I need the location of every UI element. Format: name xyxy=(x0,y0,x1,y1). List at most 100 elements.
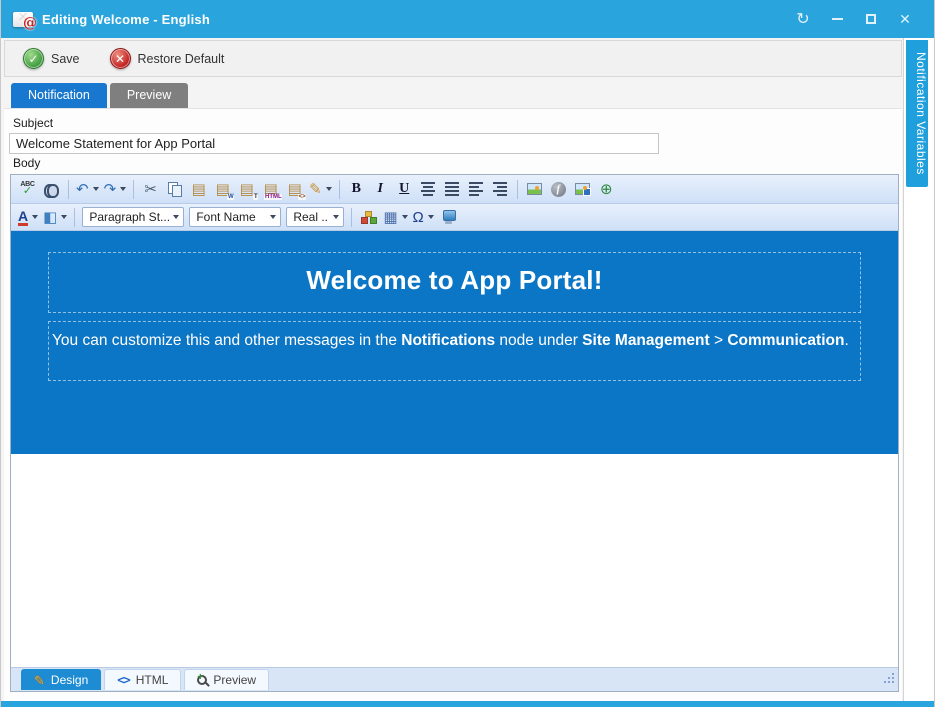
magnifier-icon xyxy=(197,675,207,685)
justify-icon[interactable] xyxy=(441,178,464,201)
resize-grip-icon[interactable] xyxy=(882,673,894,685)
underline-icon[interactable]: U xyxy=(393,178,416,201)
close-button[interactable]: ✕ xyxy=(888,7,922,31)
body-label: Body xyxy=(13,156,900,170)
restore-default-button[interactable]: ✕ Restore Default xyxy=(110,48,225,69)
window-controls: ↻✕ xyxy=(786,7,922,31)
toolbar-separator xyxy=(68,180,69,199)
title-bar: Editing Welcome - English ↻✕ xyxy=(1,0,934,38)
editor-heading-text: Welcome to App Portal! xyxy=(306,265,602,295)
main-area: ✓ Save ✕ Restore Default NotificationPre… xyxy=(1,38,903,701)
toolbar-separator xyxy=(351,208,352,227)
editor-design-surface[interactable]: Welcome to App Portal! You can customize… xyxy=(11,231,898,667)
dropdown-caret-icon xyxy=(93,187,99,191)
command-toolbar: ✓ Save ✕ Restore Default xyxy=(4,40,902,77)
tab-notification[interactable]: Notification xyxy=(11,83,107,108)
font-name-select[interactable]: Font Name xyxy=(189,207,281,227)
align-center-icon[interactable] xyxy=(417,178,440,201)
editor-toolbar-row2: A◧ Paragraph St...Font NameReal ... ▦Ω xyxy=(11,204,898,231)
subject-input[interactable] xyxy=(9,133,659,154)
hyperlink-icon[interactable]: ⊕ xyxy=(595,178,618,201)
dropdown-caret-icon xyxy=(333,215,339,219)
refresh-button[interactable]: ↻ xyxy=(786,7,820,31)
copy-icon[interactable] xyxy=(163,178,186,201)
rich-text-editor: ABC✓↶↷✂▤▤W▤T▤HTML▤<>✎BIUf⊕ A◧Paragraph S… xyxy=(10,174,899,692)
paragraph-style-select[interactable]: Paragraph St... xyxy=(82,207,184,227)
spellcheck-icon[interactable]: ABC✓ xyxy=(16,178,39,201)
mode-tab-label: Design xyxy=(51,673,88,687)
tab-preview[interactable]: Preview xyxy=(110,83,188,108)
mode-tab-preview[interactable]: Preview xyxy=(184,669,269,690)
font-size-select[interactable]: Real ... xyxy=(286,207,344,227)
paragraph-text: . xyxy=(844,332,848,349)
restore-x-icon: ✕ xyxy=(110,48,131,69)
editor-toolbar-row1: ABC✓ ↶↷ ✂ ▤▤W▤T▤HTML▤<>✎ BIUf ⊕ xyxy=(11,175,898,204)
mode-tab-label: HTML xyxy=(136,673,169,687)
paragraph-bold-text: Site Management xyxy=(582,332,709,349)
insert-media-icon[interactable] xyxy=(571,178,594,201)
paste-from-word-icon[interactable]: ▤W xyxy=(211,178,234,201)
minimize-button[interactable] xyxy=(820,7,854,31)
notification-variables-tab[interactable]: Notification Variables xyxy=(906,40,928,187)
paragraph-text: > xyxy=(710,332,728,349)
save-button[interactable]: ✓ Save xyxy=(23,48,80,69)
insert-snippet-icon[interactable] xyxy=(357,206,380,229)
find-icon[interactable] xyxy=(40,178,63,201)
paragraph-text: node under xyxy=(495,332,582,349)
paragraph-bold-text: Communication xyxy=(727,332,844,349)
align-left-icon[interactable] xyxy=(465,178,488,201)
maximize-button[interactable] xyxy=(854,7,888,31)
format-painter-icon[interactable]: ✎ xyxy=(307,178,334,201)
bold-icon[interactable]: B xyxy=(345,178,368,201)
cut-icon[interactable]: ✂ xyxy=(139,178,162,201)
notification-variables-label: Notification Variables xyxy=(914,52,928,175)
paste-html-icon[interactable]: ▤HTML xyxy=(259,178,282,201)
code-icon: <> xyxy=(117,673,129,687)
paragraph-bold-text: Notifications xyxy=(401,332,495,349)
toolbar-separator xyxy=(517,180,518,199)
dropdown-caret-icon xyxy=(270,215,276,219)
insert-form-element-icon[interactable] xyxy=(437,206,460,229)
toolbar-separator xyxy=(74,208,75,227)
paste-as-icon[interactable]: ▤<> xyxy=(283,178,306,201)
redo-icon[interactable]: ↷ xyxy=(102,178,129,201)
editor-paragraph-block[interactable]: You can customize this and other message… xyxy=(48,321,861,381)
insert-table-icon[interactable]: ▦ xyxy=(381,206,409,229)
flash-icon[interactable]: f xyxy=(547,178,570,201)
notification-panel: Subject Body ABC✓↶↷✂▤▤W▤T▤HTML▤<>✎BIUf⊕ … xyxy=(4,108,902,701)
font-color-icon[interactable]: A xyxy=(16,206,40,229)
dropdown-caret-icon xyxy=(32,215,38,219)
restore-default-label: Restore Default xyxy=(138,52,225,66)
italic-icon[interactable]: I xyxy=(369,178,392,201)
app-icon xyxy=(13,12,33,27)
window-body: ✓ Save ✕ Restore Default NotificationPre… xyxy=(1,38,934,701)
dropdown-caret-icon xyxy=(61,215,67,219)
save-label: Save xyxy=(51,52,80,66)
dropdown-caret-icon xyxy=(402,215,408,219)
window-title: Editing Welcome - English xyxy=(42,12,210,27)
insert-image-icon[interactable] xyxy=(523,178,546,201)
paste-plain-text-icon[interactable]: ▤T xyxy=(235,178,258,201)
pencil-icon: ✎ xyxy=(34,674,45,687)
paragraph-text: You can customize this and other message… xyxy=(52,332,401,349)
right-panel: Notification Variables xyxy=(903,38,934,701)
toolbar-separator xyxy=(133,180,134,199)
page-tabs: NotificationPreview xyxy=(4,83,902,108)
window: Editing Welcome - English ↻✕ ✓ Save ✕ Re… xyxy=(0,0,935,707)
editor-heading-block[interactable]: Welcome to App Portal! xyxy=(48,252,861,313)
mode-tab-html[interactable]: <> HTML xyxy=(104,669,181,690)
insert-symbol-icon[interactable]: Ω xyxy=(411,206,436,229)
dropdown-caret-icon xyxy=(173,215,179,219)
paste-icon[interactable]: ▤ xyxy=(187,178,210,201)
align-right-icon[interactable] xyxy=(489,178,512,201)
editor-mode-tabs: ✎ Design <> HTML Preview xyxy=(11,667,898,691)
save-check-icon: ✓ xyxy=(23,48,44,69)
background-color-icon[interactable]: ◧ xyxy=(41,206,69,229)
toolbar-separator xyxy=(339,180,340,199)
dropdown-caret-icon xyxy=(120,187,126,191)
mode-tab-design[interactable]: ✎ Design xyxy=(21,669,101,690)
dropdown-caret-icon xyxy=(326,187,332,191)
window-bottom-border xyxy=(1,701,934,707)
mode-tab-label: Preview xyxy=(213,673,256,687)
undo-icon[interactable]: ↶ xyxy=(74,178,101,201)
